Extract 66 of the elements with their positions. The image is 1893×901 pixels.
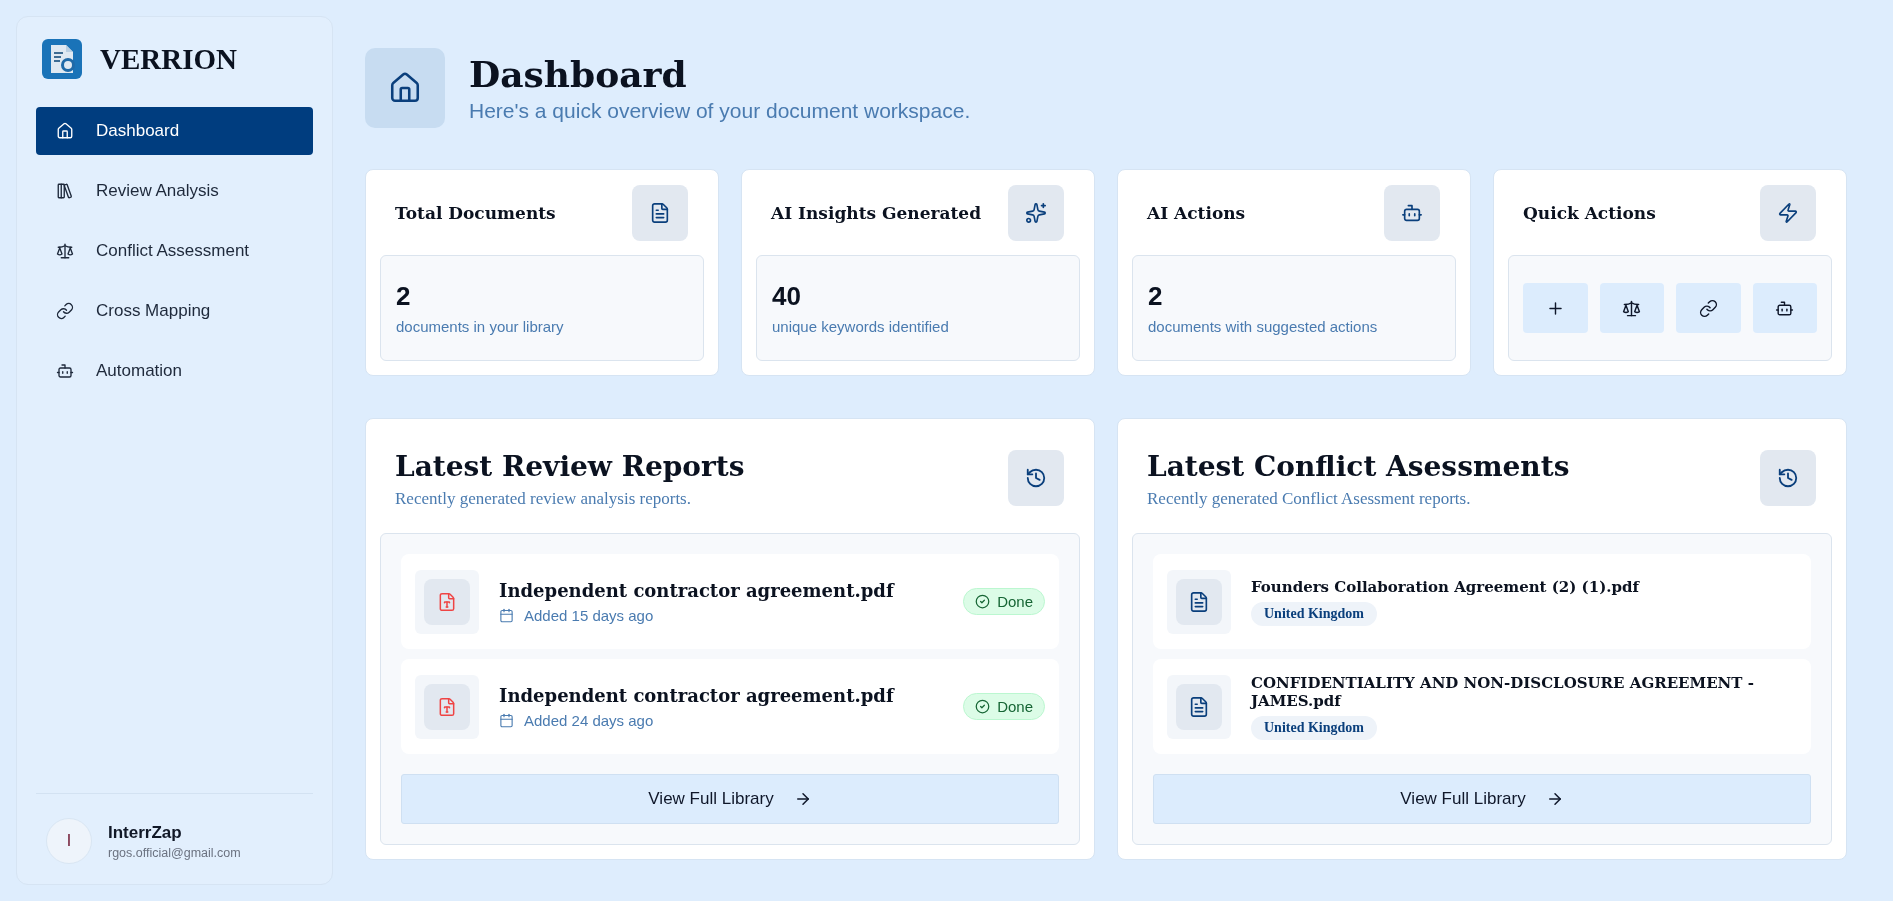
nav-item[interactable]: Automation <box>36 347 313 395</box>
view-library-button[interactable]: View Full Library <box>1153 774 1811 824</box>
document-name: Independent contractor agreement.pdf <box>499 684 896 706</box>
page-title: Dashboard <box>469 53 688 95</box>
check-icon <box>975 699 991 714</box>
document-name: CONFIDENTIALITY AND NON-DISCLOSURE AGREEMENT - JAMES.pdf <box>1251 673 1755 710</box>
document-icon <box>1176 578 1222 625</box>
robot-icon <box>56 362 74 380</box>
stat-caption: unique keywords identified <box>772 318 950 335</box>
nav-item[interactable]: Dashboard <box>36 107 313 155</box>
document-row[interactable]: Independent contractor agreement.pdf Added 24 days ago Done <box>401 659 1059 754</box>
stat-value: 2 <box>396 281 412 312</box>
stat-value: 2 <box>1148 281 1164 312</box>
nav-item[interactable]: Conflict Assessment <box>36 227 313 275</box>
status-text: Done <box>997 698 1033 715</box>
nav-item[interactable]: Cross Mapping <box>36 287 313 335</box>
jurisdiction-tag: United Kingdom <box>1251 715 1377 740</box>
document-date: Added 15 days ago <box>524 606 654 624</box>
page-subtitle: Here's a quick overview of your document workspace. <box>469 99 971 123</box>
view-library-button[interactable]: View Full Library <box>401 774 1059 824</box>
check-icon <box>975 594 991 609</box>
lightning-icon <box>1760 185 1816 241</box>
panel-subtitle: Recently generated review analysis reports. <box>395 489 692 509</box>
library-icon <box>56 182 74 200</box>
panel-subtitle: Recently generated Conflict Asessment reports. <box>1147 489 1472 509</box>
status-text: Done <box>997 593 1033 610</box>
user-avatar[interactable]: I <box>46 818 92 864</box>
panel-title: Latest Conflict Asessments <box>1147 450 1570 483</box>
user-email: rgos.official@gmail.com <box>108 845 241 860</box>
quick-action-button[interactable] <box>1599 283 1664 333</box>
home-icon <box>56 122 74 140</box>
sparkles-icon <box>1008 185 1064 241</box>
scale-icon <box>1622 298 1642 318</box>
stat-value: 40 <box>772 281 802 312</box>
robot-icon <box>1775 298 1795 318</box>
brand-name: VERRION <box>100 42 237 76</box>
panel-title: Latest Review Reports <box>395 450 745 483</box>
document-icon <box>632 185 688 241</box>
calendar-icon <box>499 712 514 728</box>
pdf-file-icon <box>424 578 470 625</box>
document-name: Independent contractor agreement.pdf <box>499 579 896 601</box>
history-icon[interactable] <box>1008 450 1064 506</box>
calendar-icon <box>499 607 514 623</box>
user-name: InterrZap <box>108 822 183 843</box>
history-icon[interactable] <box>1760 450 1816 506</box>
document-row[interactable]: Independent contractor agreement.pdf Added 15 days ago Done <box>401 554 1059 649</box>
link-icon <box>1698 298 1718 318</box>
card-title: Total Documents <box>395 203 556 223</box>
pdf-file-icon <box>424 683 470 730</box>
document-row[interactable]: CONFIDENTIALITY AND NON-DISCLOSURE AGREEMENT - JAMES.pdf United Kingdom <box>1153 659 1811 754</box>
stat-caption: documents with suggested actions <box>1148 318 1379 335</box>
stat-caption: documents in your library <box>396 318 565 335</box>
jurisdiction-tag: United Kingdom <box>1251 601 1377 626</box>
card-title: AI Actions <box>1147 203 1246 223</box>
scale-icon <box>56 242 74 260</box>
document-name: Founders Collaboration Agreement (2) (1).pdf <box>1251 577 1641 596</box>
document-date: Added 24 days ago <box>524 711 654 729</box>
document-row[interactable]: Founders Collaboration Agreement (2) (1).pdf United Kingdom <box>1153 554 1811 649</box>
document-icon <box>1176 683 1222 730</box>
logo-icon <box>42 39 82 79</box>
home-icon <box>365 48 445 128</box>
link-icon <box>56 302 74 320</box>
nav-item[interactable]: Review Analysis <box>36 167 313 215</box>
robot-icon <box>1384 185 1440 241</box>
card-title: AI Insights Generated <box>771 203 982 223</box>
card-title: Quick Actions <box>1523 203 1656 223</box>
